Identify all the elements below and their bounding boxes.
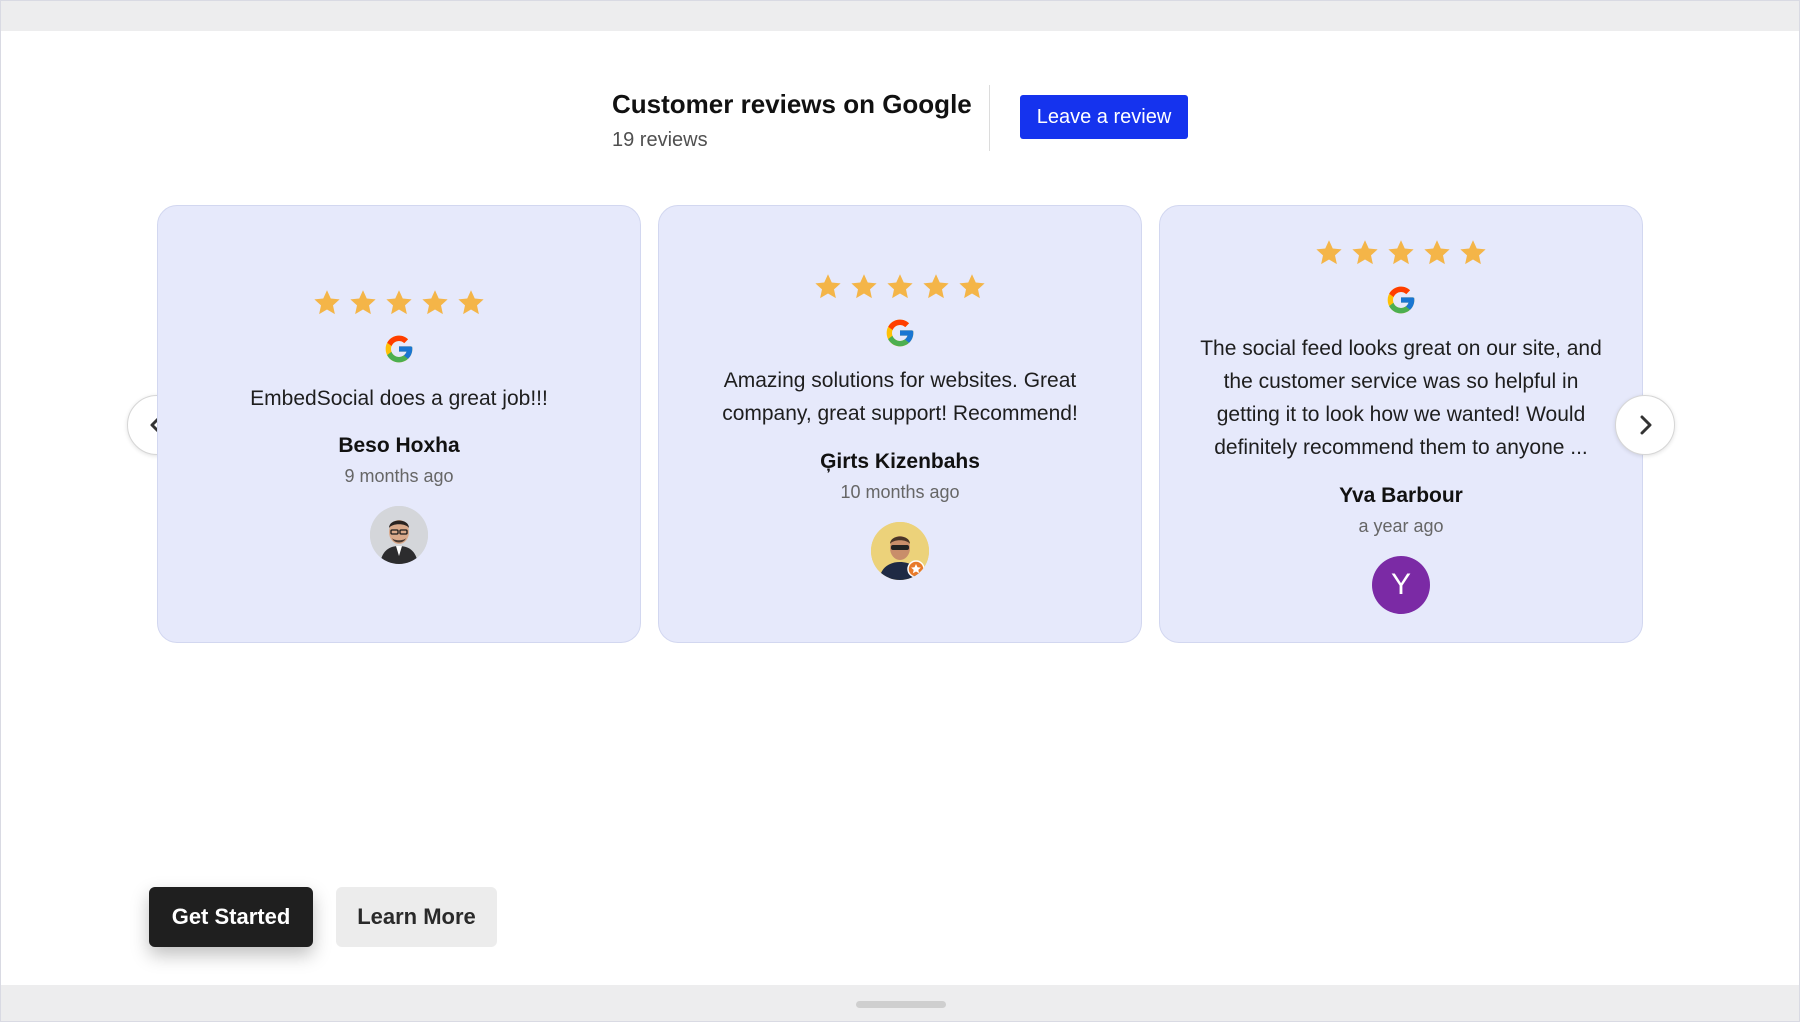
header-divider — [989, 85, 990, 151]
avatar-photo — [370, 506, 428, 564]
review-time: 9 months ago — [344, 466, 454, 486]
review-card: The social feed looks great on our site,… — [1159, 205, 1643, 643]
star-icon — [350, 290, 376, 315]
chevron-right-icon — [1640, 415, 1652, 435]
review-text: Amazing solutions for websites. Great co… — [722, 369, 1078, 425]
avatar-photo — [871, 522, 929, 580]
star-icon — [923, 274, 949, 299]
star-icon — [1352, 240, 1378, 265]
review-time: a year ago — [1358, 516, 1444, 536]
get-started-button[interactable]: Get Started — [149, 887, 313, 947]
star-icon — [422, 290, 448, 315]
google-icon — [1387, 286, 1415, 314]
review-author: Ģirts Kizenbahs — [820, 450, 980, 473]
page-frame: Customer reviews on Google 19 reviews Le… — [0, 0, 1800, 1022]
bottom-bar — [1, 985, 1799, 1021]
google-icon — [385, 335, 413, 363]
review-author: Yva Barbour — [1339, 484, 1463, 507]
learn-more-button[interactable]: Learn More — [336, 887, 497, 947]
star-icon — [851, 274, 877, 299]
drag-handle[interactable] — [856, 1001, 946, 1008]
review-time: 10 months ago — [840, 482, 960, 502]
review-text: The social feed looks great on our site,… — [1200, 337, 1602, 459]
star-icon — [1316, 240, 1342, 265]
star-icon — [1424, 240, 1450, 265]
star-icon — [815, 274, 841, 299]
review-card: Amazing solutions for websites. Great co… — [658, 205, 1142, 643]
review-text: EmbedSocial does a great job!!! — [250, 387, 548, 410]
google-icon — [886, 319, 914, 347]
review-author: Beso Hoxha — [338, 434, 460, 457]
star-icon — [314, 290, 340, 315]
avatar: Y — [1372, 556, 1430, 614]
avatar — [871, 522, 929, 580]
star-rating — [1160, 238, 1642, 268]
star-rating — [158, 288, 640, 318]
star-icon — [887, 274, 913, 299]
review-card: EmbedSocial does a great job!!! Beso Hox… — [157, 205, 641, 643]
star-icon — [386, 290, 412, 315]
top-bar — [1, 1, 1799, 31]
next-button[interactable] — [1615, 395, 1675, 455]
leave-review-button[interactable]: Leave a review — [1020, 95, 1188, 139]
star-icon — [1388, 240, 1414, 265]
reviews-header: Customer reviews on Google 19 reviews Le… — [612, 85, 1202, 155]
page-title: Customer reviews on Google — [612, 89, 972, 119]
star-rating — [659, 272, 1141, 302]
avatar — [370, 506, 428, 564]
star-icon — [1460, 240, 1486, 265]
star-icon — [959, 274, 985, 299]
review-count: 19 reviews — [612, 129, 708, 151]
star-icon — [458, 290, 484, 315]
